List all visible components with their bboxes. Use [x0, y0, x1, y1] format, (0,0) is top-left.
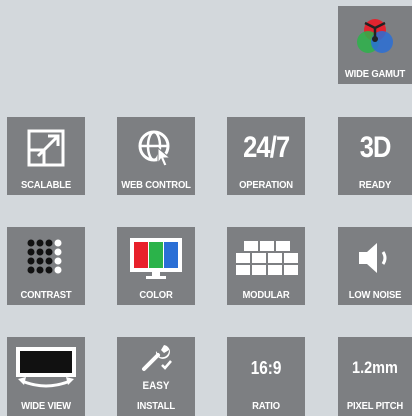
- tile-ratio: 16:9 RATIO: [227, 337, 305, 416]
- tile-3d-ready: 3D READY: [338, 117, 412, 195]
- rgb-monitor-icon: [117, 233, 195, 283]
- easy-label: EASY: [142, 380, 170, 392]
- tile-wide-gamut: WIDE GAMUT: [338, 6, 412, 84]
- dot-grid-icon: [7, 233, 85, 283]
- tile-label: COLOR: [139, 289, 173, 301]
- tile-label: OPERATION: [239, 179, 293, 191]
- tile-label: CONTRAST: [20, 289, 72, 301]
- tile-label: LOW NOISE: [348, 289, 402, 301]
- panel-grid-icon: [227, 233, 305, 283]
- tile-label: SCALABLE: [20, 179, 72, 191]
- wrench-check-icon: [117, 341, 195, 373]
- tile-label: RATIO: [252, 400, 280, 412]
- tile-label: READY: [358, 179, 392, 191]
- operation-glyph: 24/7: [242, 131, 290, 164]
- tile-modular: MODULAR: [227, 227, 305, 305]
- tile-label: MODULAR: [242, 289, 290, 301]
- expand-arrow-icon: [7, 123, 85, 173]
- tile-label: INSTALL: [137, 400, 175, 412]
- tile-contrast: CONTRAST: [7, 227, 85, 305]
- tile-operation: 24/7 OPERATION: [227, 117, 305, 195]
- wide-view-monitor-icon: [7, 343, 85, 393]
- pixel-pitch-glyph: 1.2mm: [352, 358, 398, 377]
- tile-easy-install: EASY INSTALL: [117, 337, 195, 416]
- tile-low-noise: LOW NOISE: [338, 227, 412, 305]
- tile-scalable: SCALABLE: [7, 117, 85, 195]
- rgb-venn-icon: [338, 12, 412, 62]
- tile-label: WEB CONTROL: [121, 179, 191, 191]
- globe-cursor-icon: [117, 123, 195, 173]
- tile-label: WIDE GAMUT: [344, 68, 406, 80]
- tile-label: WIDE VIEW: [21, 400, 71, 412]
- 3d-glyph: 3D: [359, 131, 392, 164]
- tile-color: COLOR: [117, 227, 195, 305]
- tile-wide-view: WIDE VIEW: [7, 337, 85, 416]
- tile-label: PIXEL PITCH: [346, 400, 404, 412]
- tile-web-control: WEB CONTROL: [117, 117, 195, 195]
- tile-pixel-pitch: 1.2mm PIXEL PITCH: [338, 337, 412, 416]
- speaker-icon: [338, 233, 412, 283]
- ratio-glyph: 16:9: [250, 357, 282, 378]
